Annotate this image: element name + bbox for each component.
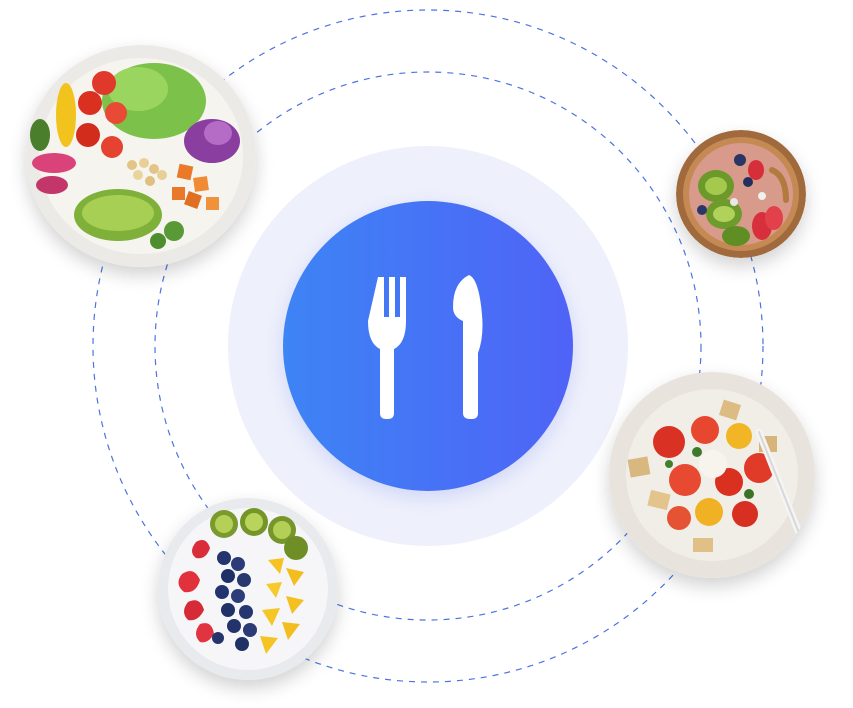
smoothie-bowl-image — [676, 130, 806, 258]
center-badge — [283, 201, 573, 491]
tomato-salad-plate-image — [609, 372, 815, 578]
fruit-plate-image — [158, 498, 338, 680]
illustration-canvas — [0, 0, 853, 708]
veggie-bowl-image — [26, 45, 256, 267]
fork-knife-icon — [368, 275, 483, 419]
